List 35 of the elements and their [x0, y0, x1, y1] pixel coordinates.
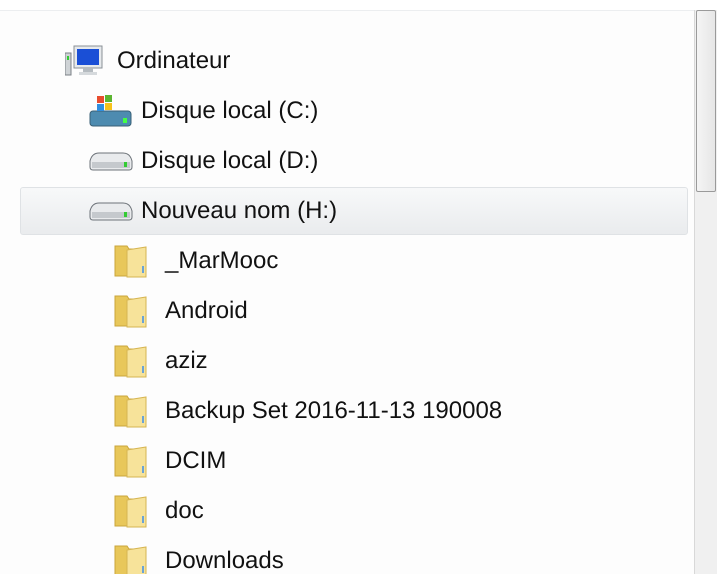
tree-item-label: Disque local (D:) — [141, 147, 318, 175]
computer-icon — [65, 46, 102, 76]
scrollbar-thumb[interactable] — [696, 10, 716, 192]
folder-icon — [114, 496, 146, 528]
tree-item[interactable]: aziz — [20, 337, 688, 385]
folder-icon — [114, 246, 146, 278]
drive-icon — [90, 202, 132, 220]
tree-item-label: Ordinateur — [117, 47, 230, 75]
tree-item[interactable]: _MarMooc — [20, 237, 688, 285]
tree-item-label: Downloads — [165, 547, 284, 574]
folder-icon — [114, 546, 146, 574]
scrollbar[interactable] — [694, 10, 717, 574]
tree-item[interactable]: Nouveau nom (H:) — [20, 187, 688, 235]
folder-icon — [114, 296, 146, 328]
tree-item-label: Backup Set 2016-11-13 190008 — [165, 397, 502, 425]
tree-item-label: Disque local (C:) — [141, 97, 318, 125]
tree-item[interactable]: DCIM — [20, 437, 688, 485]
folder-icon — [114, 446, 146, 478]
tree-item-label: DCIM — [165, 447, 226, 475]
tree-item[interactable]: Disque local (D:) — [20, 137, 688, 185]
tree-item-label: _MarMooc — [165, 247, 278, 275]
tree-item[interactable]: Ordinateur — [20, 37, 688, 85]
folder-icon — [114, 346, 146, 378]
tree-item-label: Nouveau nom (H:) — [141, 197, 338, 225]
drive-icon — [90, 152, 132, 170]
tree-item[interactable]: Downloads — [20, 537, 688, 574]
drive-with-windows-logo-icon — [90, 95, 132, 126]
tree-item[interactable]: Android — [20, 287, 688, 335]
tree-item[interactable]: doc — [20, 487, 688, 535]
tree-item[interactable]: Backup Set 2016-11-13 190008 — [20, 387, 688, 435]
tree-item-label: Android — [165, 297, 248, 325]
folder-icon — [114, 396, 146, 428]
tree-item-label: aziz — [165, 347, 208, 375]
tree-item[interactable]: Disque local (C:) — [20, 87, 688, 135]
tree-item-label: doc — [165, 497, 204, 525]
